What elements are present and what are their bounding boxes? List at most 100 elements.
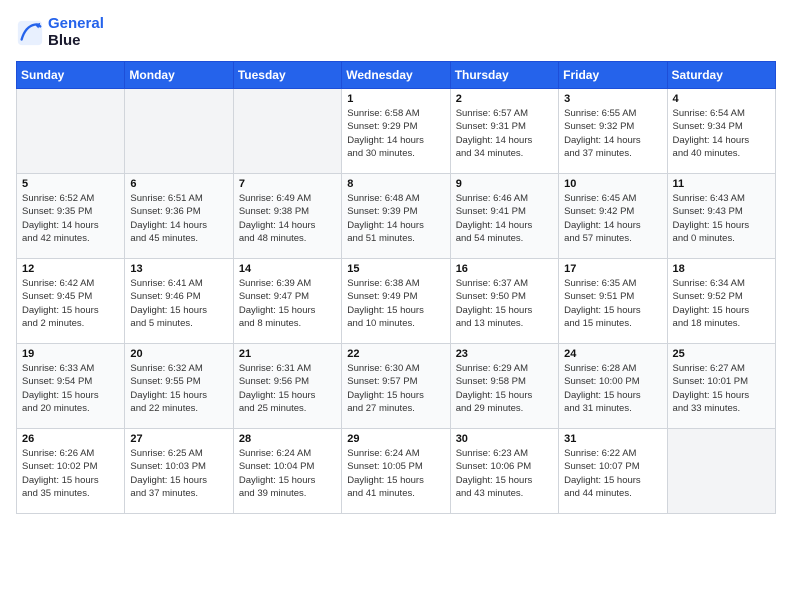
- logo: General Blue: [16, 16, 104, 49]
- calendar-cell: 8 Sunrise: 6:48 AMSunset: 9:39 PMDaylight…: [342, 174, 450, 259]
- day-info: Sunrise: 6:34 AMSunset: 9:52 PMDaylight:…: [673, 277, 770, 330]
- weekday-header: Tuesday: [233, 62, 341, 89]
- weekday-header: Thursday: [450, 62, 558, 89]
- calendar-cell: 23 Sunrise: 6:29 AMSunset: 9:58 PMDayligh…: [450, 344, 558, 429]
- page-header: General Blue: [16, 16, 776, 49]
- day-info: Sunrise: 6:42 AMSunset: 9:45 PMDaylight:…: [22, 277, 119, 330]
- day-number: 22: [347, 348, 444, 360]
- day-info: Sunrise: 6:58 AMSunset: 9:29 PMDaylight:…: [347, 107, 444, 160]
- day-number: 20: [130, 348, 227, 360]
- day-number: 30: [456, 433, 553, 445]
- day-info: Sunrise: 6:45 AMSunset: 9:42 PMDaylight:…: [564, 192, 661, 245]
- calendar-cell: 18 Sunrise: 6:34 AMSunset: 9:52 PMDayligh…: [667, 259, 775, 344]
- calendar-cell: 4 Sunrise: 6:54 AMSunset: 9:34 PMDaylight…: [667, 89, 775, 174]
- calendar-cell: 1 Sunrise: 6:58 AMSunset: 9:29 PMDaylight…: [342, 89, 450, 174]
- calendar-cell: 7Sunrise: 6:49 AMSunset: 9:38 PMDaylight…: [233, 174, 341, 259]
- calendar-cell: 24Sunrise: 6:28 AMSunset: 10:00 PMDaylig…: [559, 344, 667, 429]
- day-number: 23: [456, 348, 553, 360]
- day-info: Sunrise: 6:22 AMSunset: 10:07 PMDaylight…: [564, 447, 661, 500]
- day-info: Sunrise: 6:33 AMSunset: 9:54 PMDaylight:…: [22, 362, 119, 415]
- day-info: Sunrise: 6:48 AMSunset: 9:39 PMDaylight:…: [347, 192, 444, 245]
- calendar-cell: 9 Sunrise: 6:46 AMSunset: 9:41 PMDaylight…: [450, 174, 558, 259]
- day-info: Sunrise: 6:39 AMSunset: 9:47 PMDaylight:…: [239, 277, 336, 330]
- day-number: 25: [673, 348, 770, 360]
- calendar-week-row: 12 Sunrise: 6:42 AMSunset: 9:45 PMDayligh…: [17, 259, 776, 344]
- calendar-cell: 17 Sunrise: 6:35 AMSunset: 9:51 PMDayligh…: [559, 259, 667, 344]
- day-number: 14: [239, 263, 336, 275]
- day-number: 2: [456, 93, 553, 105]
- logo-text: General Blue: [48, 16, 104, 49]
- calendar-cell: 19 Sunrise: 6:33 AMSunset: 9:54 PMDayligh…: [17, 344, 125, 429]
- day-info: Sunrise: 6:35 AMSunset: 9:51 PMDaylight:…: [564, 277, 661, 330]
- day-number: 8: [347, 178, 444, 190]
- calendar-cell: 3 Sunrise: 6:55 AMSunset: 9:32 PMDaylight…: [559, 89, 667, 174]
- day-info: Sunrise: 6:38 AMSunset: 9:49 PMDaylight:…: [347, 277, 444, 330]
- day-info: Sunrise: 6:25 AMSunset: 10:03 PMDaylight…: [130, 447, 227, 500]
- day-info: Sunrise: 6:31 AMSunset: 9:56 PMDaylight:…: [239, 362, 336, 415]
- calendar-week-row: 26Sunrise: 6:26 AMSunset: 10:02 PMDaylig…: [17, 429, 776, 514]
- calendar-cell: 16 Sunrise: 6:37 AMSunset: 9:50 PMDayligh…: [450, 259, 558, 344]
- calendar-table: SundayMondayTuesdayWednesdayThursdayFrid…: [16, 61, 776, 514]
- day-number: 18: [673, 263, 770, 275]
- logo-icon: [16, 19, 44, 47]
- day-number: 3: [564, 93, 661, 105]
- calendar-cell: 22 Sunrise: 6:30 AMSunset: 9:57 PMDayligh…: [342, 344, 450, 429]
- day-info: Sunrise: 6:54 AMSunset: 9:34 PMDaylight:…: [673, 107, 770, 160]
- day-info: Sunrise: 6:30 AMSunset: 9:57 PMDaylight:…: [347, 362, 444, 415]
- day-number: 6: [130, 178, 227, 190]
- weekday-header: Wednesday: [342, 62, 450, 89]
- day-info: Sunrise: 6:43 AMSunset: 9:43 PMDaylight:…: [673, 192, 770, 245]
- day-number: 28: [239, 433, 336, 445]
- day-info: Sunrise: 6:41 AMSunset: 9:46 PMDaylight:…: [130, 277, 227, 330]
- day-number: 27: [130, 433, 227, 445]
- calendar-cell: 29 Sunrise: 6:24 AMSunset: 10:05 PMDaylig…: [342, 429, 450, 514]
- calendar-cell: 28Sunrise: 6:24 AMSunset: 10:04 PMDaylig…: [233, 429, 341, 514]
- calendar-cell: 6Sunrise: 6:51 AMSunset: 9:36 PMDaylight…: [125, 174, 233, 259]
- day-info: Sunrise: 6:27 AMSunset: 10:01 PMDaylight…: [673, 362, 770, 415]
- calendar-week-row: 19 Sunrise: 6:33 AMSunset: 9:54 PMDayligh…: [17, 344, 776, 429]
- day-number: 19: [22, 348, 119, 360]
- day-number: 31: [564, 433, 661, 445]
- calendar-cell: [233, 89, 341, 174]
- day-info: Sunrise: 6:37 AMSunset: 9:50 PMDaylight:…: [456, 277, 553, 330]
- day-info: Sunrise: 6:55 AMSunset: 9:32 PMDaylight:…: [564, 107, 661, 160]
- calendar-cell: [667, 429, 775, 514]
- calendar-cell: 30 Sunrise: 6:23 AMSunset: 10:06 PMDaylig…: [450, 429, 558, 514]
- calendar-cell: [125, 89, 233, 174]
- day-info: Sunrise: 6:46 AMSunset: 9:41 PMDaylight:…: [456, 192, 553, 245]
- day-info: Sunrise: 6:57 AMSunset: 9:31 PMDaylight:…: [456, 107, 553, 160]
- day-number: 5: [22, 178, 119, 190]
- day-number: 26: [22, 433, 119, 445]
- day-info: Sunrise: 6:23 AMSunset: 10:06 PMDaylight…: [456, 447, 553, 500]
- day-number: 16: [456, 263, 553, 275]
- day-number: 21: [239, 348, 336, 360]
- calendar-cell: 26Sunrise: 6:26 AMSunset: 10:02 PMDaylig…: [17, 429, 125, 514]
- calendar-cell: 5 Sunrise: 6:52 AMSunset: 9:35 PMDaylight…: [17, 174, 125, 259]
- weekday-header-row: SundayMondayTuesdayWednesdayThursdayFrid…: [17, 62, 776, 89]
- calendar-cell: 10Sunrise: 6:45 AMSunset: 9:42 PMDayligh…: [559, 174, 667, 259]
- calendar-cell: 11Sunrise: 6:43 AMSunset: 9:43 PMDayligh…: [667, 174, 775, 259]
- calendar-cell: 15Sunrise: 6:38 AMSunset: 9:49 PMDayligh…: [342, 259, 450, 344]
- day-number: 29: [347, 433, 444, 445]
- calendar-week-row: 5 Sunrise: 6:52 AMSunset: 9:35 PMDaylight…: [17, 174, 776, 259]
- calendar-cell: [17, 89, 125, 174]
- calendar-cell: 31 Sunrise: 6:22 AMSunset: 10:07 PMDaylig…: [559, 429, 667, 514]
- calendar-cell: 20 Sunrise: 6:32 AMSunset: 9:55 PMDayligh…: [125, 344, 233, 429]
- day-number: 9: [456, 178, 553, 190]
- day-number: 12: [22, 263, 119, 275]
- calendar-cell: 25 Sunrise: 6:27 AMSunset: 10:01 PMDaylig…: [667, 344, 775, 429]
- day-info: Sunrise: 6:29 AMSunset: 9:58 PMDaylight:…: [456, 362, 553, 415]
- day-info: Sunrise: 6:24 AMSunset: 10:05 PMDaylight…: [347, 447, 444, 500]
- day-number: 17: [564, 263, 661, 275]
- day-number: 4: [673, 93, 770, 105]
- calendar-cell: 2 Sunrise: 6:57 AMSunset: 9:31 PMDaylight…: [450, 89, 558, 174]
- weekday-header: Saturday: [667, 62, 775, 89]
- calendar-cell: 27 Sunrise: 6:25 AMSunset: 10:03 PMDaylig…: [125, 429, 233, 514]
- weekday-header: Sunday: [17, 62, 125, 89]
- day-info: Sunrise: 6:52 AMSunset: 9:35 PMDaylight:…: [22, 192, 119, 245]
- calendar-cell: 21 Sunrise: 6:31 AMSunset: 9:56 PMDayligh…: [233, 344, 341, 429]
- day-info: Sunrise: 6:32 AMSunset: 9:55 PMDaylight:…: [130, 362, 227, 415]
- day-info: Sunrise: 6:28 AMSunset: 10:00 PMDaylight…: [564, 362, 661, 415]
- day-number: 1: [347, 93, 444, 105]
- weekday-header: Friday: [559, 62, 667, 89]
